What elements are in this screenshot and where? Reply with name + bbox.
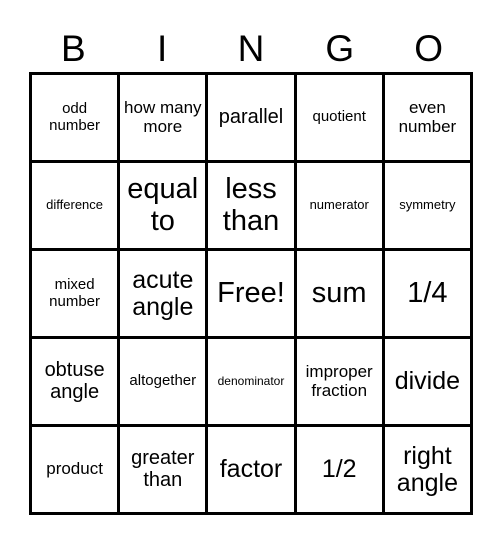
bingo-cell-label: product xyxy=(46,459,103,479)
bingo-cell-r5c3[interactable]: factor xyxy=(208,427,297,515)
bingo-cell-label: obtuse angle xyxy=(44,358,105,403)
bingo-cell-r2c3[interactable]: less than xyxy=(208,163,297,251)
bingo-cell-label: numerator xyxy=(309,197,369,213)
bingo-cell-label: how many more xyxy=(124,98,202,136)
bingo-cell-label: acute angle xyxy=(132,265,194,321)
bingo-cell-r1c1[interactable]: odd number xyxy=(32,75,121,163)
bingo-header-letter-g: G xyxy=(325,28,355,69)
bingo-cell-r3c1[interactable]: mixed number xyxy=(32,251,121,339)
bingo-cell-label: denominator xyxy=(217,374,285,389)
bingo-header-letter-i: I xyxy=(157,28,168,69)
bingo-cell-label: quotient xyxy=(312,108,366,126)
bingo-cell-r2c4[interactable]: numerator xyxy=(296,163,385,251)
bingo-cell-free-space[interactable]: Free! xyxy=(208,251,297,339)
bingo-card: B I N G O odd number how many more paral… xyxy=(0,0,501,544)
bingo-cell-label: odd number xyxy=(49,100,101,134)
bingo-cell-r3c2[interactable]: acute angle xyxy=(120,251,209,339)
bingo-header-letter-o: O xyxy=(414,28,443,69)
bingo-cell-label: less than xyxy=(222,173,280,237)
bingo-cell-r1c5[interactable]: even number xyxy=(384,75,473,163)
bingo-free-space-label: Free! xyxy=(217,276,285,309)
bingo-cell-r5c2[interactable]: greater than xyxy=(120,427,209,515)
bingo-cell-r2c1[interactable]: difference xyxy=(32,163,121,251)
bingo-cell-label: factor xyxy=(219,455,283,483)
bingo-cell-label: improper fraction xyxy=(305,362,373,400)
bingo-cell-label: sum xyxy=(311,276,367,309)
bingo-cell-r1c3[interactable]: parallel xyxy=(208,75,297,163)
bingo-cell-label: 1/4 xyxy=(407,276,448,309)
bingo-cell-label: divide xyxy=(394,367,461,395)
bingo-cell-r2c5[interactable]: symmetry xyxy=(384,163,473,251)
bingo-cell-r1c4[interactable]: quotient xyxy=(296,75,385,163)
bingo-cell-r4c4[interactable]: improper fraction xyxy=(296,339,385,427)
bingo-cell-label: mixed number xyxy=(49,276,101,310)
bingo-cell-r1c2[interactable]: how many more xyxy=(120,75,209,163)
bingo-header-row: B I N G O xyxy=(29,12,473,70)
bingo-cell-r5c5[interactable]: right angle xyxy=(384,427,473,515)
bingo-cell-r4c2[interactable]: altogether xyxy=(120,339,209,427)
bingo-cell-label: difference xyxy=(46,197,104,213)
bingo-cell-label: altogether xyxy=(129,372,197,390)
bingo-cell-r2c2[interactable]: equal to xyxy=(120,163,209,251)
bingo-cell-r4c5[interactable]: divide xyxy=(384,339,473,427)
bingo-cell-label: right angle xyxy=(396,441,458,497)
bingo-cell-label: parallel xyxy=(218,105,284,128)
bingo-cell-r5c1[interactable]: product xyxy=(32,427,121,515)
bingo-cell-label: 1/2 xyxy=(321,455,357,483)
bingo-cell-r4c3[interactable]: denominator xyxy=(208,339,297,427)
bingo-header-letter-n: N xyxy=(237,28,265,69)
bingo-cell-label: equal to xyxy=(127,173,199,237)
bingo-cell-label: greater than xyxy=(131,446,195,491)
bingo-cell-r3c4[interactable]: sum xyxy=(296,251,385,339)
bingo-grid: odd number how many more parallel quotie… xyxy=(29,72,473,515)
bingo-header-letter-b: B xyxy=(61,28,86,69)
bingo-cell-label: symmetry xyxy=(399,197,456,213)
bingo-cell-label: even number xyxy=(398,98,457,136)
bingo-cell-r4c1[interactable]: obtuse angle xyxy=(32,339,121,427)
bingo-cell-r3c5[interactable]: 1/4 xyxy=(384,251,473,339)
bingo-cell-r5c4[interactable]: 1/2 xyxy=(296,427,385,515)
